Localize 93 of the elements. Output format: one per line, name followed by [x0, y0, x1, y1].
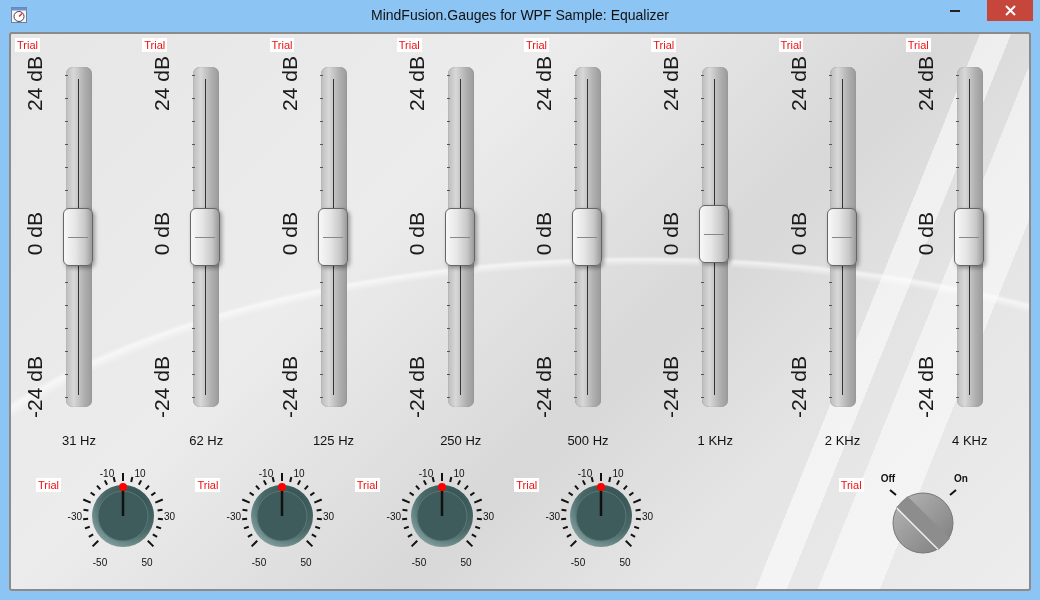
tick-label: -10: [99, 468, 115, 479]
slider-track[interactable]: [193, 67, 220, 407]
tick-label: 30: [482, 510, 494, 522]
trial-tag: Trial: [269, 38, 295, 52]
slider-thumb[interactable]: [190, 208, 221, 266]
slider-track[interactable]: [320, 67, 347, 407]
window-title: MindFusion.Gauges for WPF Sample: Equalizer: [370, 7, 670, 23]
trial-tag: Trial: [778, 38, 804, 52]
frequency-label: 31 Hz: [62, 433, 96, 448]
scale-label: 0 dB: [150, 211, 175, 256]
trial-tag: Trial: [524, 38, 549, 52]
trial-tag: Trial: [15, 38, 40, 52]
tick-label: -10: [578, 468, 593, 479]
slider-thumb[interactable]: [63, 208, 93, 266]
frequency-label: 1 KHz: [697, 433, 733, 448]
scale-label: -24 dB: [277, 356, 302, 418]
scale-label: 24 dB: [23, 56, 47, 111]
scale-label: 0 dB: [659, 211, 684, 256]
slider-thumb[interactable]: [317, 208, 348, 266]
slider-track[interactable]: [575, 67, 601, 407]
slider-track[interactable]: [66, 67, 92, 407]
close-icon: [1004, 5, 1016, 16]
tick-label: -10: [418, 468, 434, 479]
tick-label: 30: [323, 510, 335, 522]
slider-track[interactable]: [702, 67, 729, 407]
tick-label: 10: [453, 468, 465, 479]
slider-track[interactable]: [447, 67, 474, 407]
app-icon[interactable]: [11, 7, 27, 23]
trial-tag: Trial: [354, 478, 380, 492]
tick-label: -50: [252, 556, 267, 568]
scale-label: -24 dB: [150, 356, 175, 418]
scale-label: -24 dB: [532, 356, 556, 418]
close-button[interactable]: [987, 0, 1033, 21]
tick-label: -50: [411, 556, 427, 568]
tick-label: -50: [571, 556, 586, 568]
trial-tag: Trial: [396, 38, 422, 52]
tick-label: 10: [612, 468, 624, 479]
scale-label: 0 dB: [23, 211, 47, 256]
tick-label: 10: [134, 468, 146, 479]
tick-label: -30: [386, 510, 401, 522]
slider-thumb[interactable]: [444, 208, 475, 266]
tick-label: 50: [460, 556, 472, 568]
frequency-label: 500 Hz: [567, 433, 609, 448]
slider-thumb[interactable]: [826, 208, 857, 266]
slider-thumb[interactable]: [572, 208, 602, 266]
frequency-label: 4 KHz: [952, 433, 988, 448]
slider-thumb[interactable]: [699, 205, 730, 264]
frequency-label: 2 KHz: [824, 433, 861, 448]
trial-tag: Trial: [838, 478, 864, 492]
tick-label: -30: [67, 510, 82, 522]
scale-label: 0 dB: [532, 211, 556, 256]
scale-label: 0 dB: [277, 211, 302, 256]
scale-label: -24 dB: [659, 356, 684, 418]
slider-track[interactable]: [829, 67, 856, 407]
off-label: Off: [880, 473, 895, 484]
trial-tag: Trial: [905, 38, 931, 52]
scale-label: -24 dB: [23, 356, 47, 418]
trial-tag: Trial: [195, 478, 221, 492]
on-label: On: [953, 473, 968, 484]
frequency-label: 125 Hz: [312, 433, 355, 448]
tick-label: -10: [259, 468, 274, 479]
tick-label: 50: [619, 556, 631, 568]
scale-label: 0 dB: [913, 211, 938, 256]
tick-label: 50: [141, 556, 153, 568]
scale-label: 24 dB: [277, 56, 302, 111]
minimize-icon: [950, 10, 960, 12]
trial-tag: Trial: [651, 38, 677, 52]
scale-label: 24 dB: [659, 56, 684, 111]
trial-tag: Trial: [514, 478, 540, 492]
frequency-label: 250 Hz: [440, 433, 482, 448]
scale-label: 24 dB: [786, 56, 811, 111]
trial-tag: Trial: [142, 38, 168, 52]
tick-label: 30: [642, 510, 654, 522]
scale-label: -24 dB: [913, 356, 938, 418]
scale-label: 0 dB: [404, 211, 429, 256]
rotary-switch[interactable]: [888, 489, 957, 554]
tick-label: 30: [164, 510, 176, 522]
frequency-label: 62 Hz: [189, 433, 224, 448]
tick-label: 50: [300, 556, 312, 568]
scale-label: 24 dB: [404, 56, 429, 111]
tick-label: -50: [92, 556, 108, 568]
tick-label: 10: [293, 468, 305, 479]
scale-label: -24 dB: [786, 356, 811, 418]
trial-tag: Trial: [36, 478, 61, 492]
scale-label: 0 dB: [786, 211, 811, 256]
scale-label: 24 dB: [913, 56, 938, 111]
scale-label: -24 dB: [404, 356, 429, 418]
scale-label: 24 dB: [532, 56, 556, 111]
tick-label: -30: [226, 510, 242, 522]
tick-label: -30: [545, 510, 561, 522]
scale-label: 24 dB: [150, 56, 175, 111]
slider-thumb[interactable]: [953, 208, 984, 266]
slider-track[interactable]: [956, 67, 983, 407]
